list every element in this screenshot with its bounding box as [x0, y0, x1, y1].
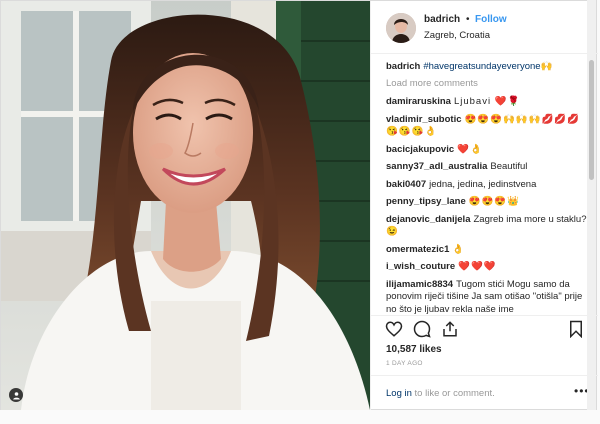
comment-text: jedna, jedina, jedinstvena: [429, 178, 537, 190]
comment-username[interactable]: omermatezic1: [386, 244, 449, 255]
post-side-panel: badrich • Follow Zagreb, Croatia badrich…: [370, 1, 598, 410]
load-more-comments[interactable]: Load more comments: [386, 78, 591, 91]
comment-text: 😍😍😍👑: [468, 196, 521, 207]
login-prompt: Log in to like or comment. •••: [371, 375, 598, 410]
share-icon[interactable]: [441, 320, 459, 338]
login-text: Log in to like or comment.: [386, 388, 495, 399]
bookmark-icon[interactable]: [567, 320, 585, 338]
comment-text: Beautiful: [490, 161, 528, 172]
selfie-image: [1, 1, 370, 410]
comment-username[interactable]: vladimir_subotic: [386, 114, 462, 125]
comment-username[interactable]: damiraruskina: [386, 96, 451, 107]
post-caption: badrich #havegreatsundayeveryone🙌: [386, 61, 591, 74]
post-photo[interactable]: [1, 1, 370, 410]
likes-count[interactable]: 10,587 likes: [386, 344, 442, 355]
comment-username[interactable]: sanny37_adl_australia: [386, 161, 487, 172]
comment-item: baki0407 jedna, jedina, jedinstvena: [386, 179, 591, 192]
comment-item: omermatezic1 👌: [386, 244, 591, 257]
comment-item: dejanovic_danijela Zagreb ima more u stak…: [386, 214, 591, 239]
comment-item: vladimir_subotic 😍😍😍🙌🙌🙌💋💋💋😘😘😘👌: [386, 114, 591, 139]
heart-icon[interactable]: [385, 320, 403, 338]
comment-item: penny_tipsy_lane 😍😍😍👑: [386, 196, 591, 209]
caption-hashtag[interactable]: #havegreatsundayeveryone🙌: [423, 61, 552, 72]
comment-item: damiraruskina Ljubavi ❤️🌹: [386, 96, 591, 109]
comment-username[interactable]: bacicjakupovic: [386, 144, 454, 155]
header-username[interactable]: badrich: [424, 14, 460, 25]
comment-username[interactable]: ilijamamic8834: [386, 279, 453, 290]
action-bar: [371, 315, 598, 339]
separator-dot: •: [466, 14, 470, 25]
avatar[interactable]: [386, 13, 416, 43]
caption-username[interactable]: badrich: [386, 61, 420, 72]
user-tag-icon[interactable]: [9, 388, 23, 402]
comment-item: bacicjakupovic ❤️👌: [386, 144, 591, 157]
scrollbar[interactable]: [587, 0, 596, 410]
comment-item: i_wish_couture ❤️❤️❤️: [386, 261, 591, 274]
post-timestamp: 1 DAY AGO: [386, 360, 423, 367]
comment-username[interactable]: penny_tipsy_lane: [386, 196, 466, 207]
scrollbar-thumb[interactable]: [589, 60, 594, 180]
comment-text: 👌: [452, 243, 466, 255]
comment-username[interactable]: baki0407: [386, 179, 426, 190]
location-link[interactable]: Zagreb, Croatia: [424, 30, 490, 41]
comment-item: ilijamamic8834 Tugom stići Mogu samo da p…: [386, 279, 591, 317]
comment-text: Ljubavi ❤️🌹: [453, 96, 521, 107]
login-link[interactable]: Log in: [386, 388, 412, 399]
instagram-post: badrich • Follow Zagreb, Croatia badrich…: [0, 0, 598, 410]
post-header: badrich • Follow Zagreb, Croatia: [371, 1, 598, 54]
comment-username[interactable]: i_wish_couture: [386, 261, 455, 272]
comment-icon[interactable]: [413, 320, 431, 338]
comment-text: ❤️❤️❤️: [458, 261, 497, 272]
login-rest: to like or comment.: [414, 388, 495, 399]
comment-username[interactable]: dejanovic_danijela: [386, 214, 470, 225]
comment-text: ❤️👌: [457, 143, 483, 155]
follow-button[interactable]: Follow: [475, 14, 507, 25]
comments-list[interactable]: badrich #havegreatsundayeveryone🙌 Load mo…: [386, 61, 591, 316]
comment-item: sanny37_adl_australia Beautiful: [386, 161, 591, 174]
